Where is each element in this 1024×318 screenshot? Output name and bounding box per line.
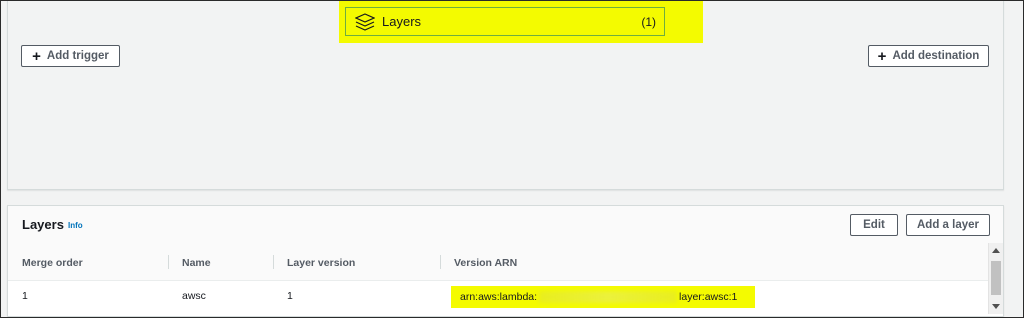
arn-suffix: layer:awsc:1 [679,291,738,303]
column-divider [440,255,441,269]
add-trigger-button[interactable]: + Add trigger [21,45,120,67]
arn-prefix: arn:aws:lambda: [460,291,538,303]
layers-node-count: (1) [641,14,656,29]
table-row[interactable]: 1 awsc 1 arn:aws:lambda: layer:awsc:1 [8,281,988,314]
scroll-up-icon[interactable] [992,248,1000,253]
info-link[interactable]: Info [68,221,83,230]
redacted-region [539,291,678,303]
merge-order-cell: 1 [22,290,28,302]
scroll-thumb[interactable] [991,261,1001,295]
plus-icon: + [877,47,887,65]
add-layer-label: Add a layer [917,219,979,231]
column-name[interactable]: Name [182,257,211,269]
plus-icon: + [32,47,41,65]
add-destination-label: Add destination [892,50,980,62]
column-merge-order[interactable]: Merge order [22,257,83,269]
column-divider [168,255,169,269]
add-trigger-label: Add trigger [46,50,109,62]
layers-panel-title: Layers [22,217,64,232]
edit-button[interactable]: Edit [850,214,898,236]
edit-label: Edit [863,219,885,231]
layers-panel-header: Layers Info Edit Add a layer [8,206,1003,243]
column-layer-version[interactable]: Layer version [287,257,355,269]
table-scrollbar[interactable] [988,243,1003,314]
layers-node[interactable]: Layers (1) [345,7,665,36]
scroll-down-icon[interactable] [992,304,1000,309]
layers-icon [354,12,376,32]
version-arn-cell: arn:aws:lambda: layer:awsc:1 [460,291,737,303]
layers-table-header: Merge order Name Layer version Version A… [8,243,988,281]
layers-node-label: Layers [382,14,422,29]
column-version-arn[interactable]: Version ARN [454,257,517,269]
layers-panel: Layers Info Edit Add a layer Merge order… [7,205,1004,317]
lambda-function-page: Layers (1) + Add trigger + Add destinati… [0,0,1024,318]
add-layer-button[interactable]: Add a layer [906,214,990,236]
column-divider [273,255,274,269]
add-destination-button[interactable]: + Add destination [868,45,989,67]
layer-version-cell: 1 [287,290,293,302]
name-cell: awsc [182,290,206,302]
